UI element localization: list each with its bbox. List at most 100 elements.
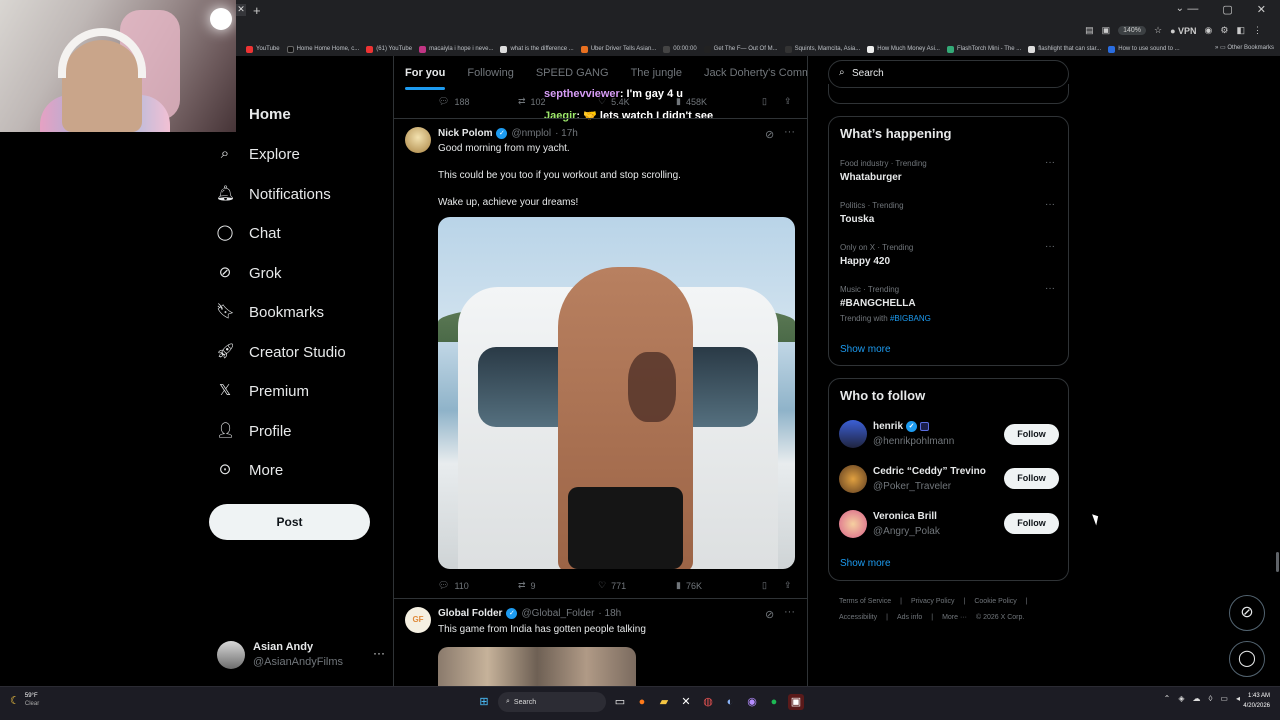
nav-more[interactable]: ⊙ More	[216, 461, 283, 479]
follow-suggestion-name[interactable]: henrik ✓	[873, 421, 930, 432]
footer-link[interactable]: Terms of Service	[839, 598, 891, 605]
tab-for-you[interactable]: For you	[394, 56, 456, 92]
follow-button[interactable]: Follow	[1004, 468, 1059, 489]
follow-suggestion-name[interactable]: Cedric “Ceddy” Trevino	[873, 466, 986, 477]
bookmark-item[interactable]: Uber Driver Tells Asian...	[580, 45, 656, 53]
nav-premium[interactable]: 𝕏 Premium	[216, 382, 309, 400]
bookmark-item[interactable]: what is the difference ...	[500, 45, 574, 53]
show-more-link[interactable]: Show more	[840, 558, 891, 569]
bookmark-item[interactable]: FlashTorch Mini - The ...	[946, 45, 1021, 53]
more-options-icon[interactable]: ···	[1045, 283, 1055, 294]
spotify-icon[interactable]: ●	[766, 694, 782, 710]
bookmark-item[interactable]: 00:00:00	[663, 45, 697, 53]
repost-button[interactable]: ⇄ 9	[518, 580, 536, 591]
bookmark-item[interactable]: How Much Money Asi...	[867, 45, 940, 53]
trend-item[interactable]: Touska	[840, 214, 874, 225]
other-bookmarks[interactable]: » ▭ Other Bookmarks	[1215, 44, 1274, 51]
author-handle[interactable]: @Global_Folder	[521, 608, 594, 619]
steam-icon[interactable]: ◐	[722, 694, 738, 710]
like-button[interactable]: ♡ 771	[598, 580, 626, 591]
more-options-icon[interactable]: ···	[1045, 241, 1055, 252]
author-handle[interactable]: @nmplol	[511, 128, 551, 139]
discord-icon[interactable]: ◉	[744, 694, 760, 710]
footer-link[interactable]: More ···	[942, 614, 967, 621]
onedrive-icon[interactable]: ☁	[1192, 694, 1200, 703]
new-tab-icon[interactable]: +	[253, 3, 261, 18]
reader-icon[interactable]: ▤	[1085, 25, 1094, 36]
tweet[interactable]: GF Global Folder ✓ @Global_Folder · 18h …	[394, 598, 807, 686]
nav-home[interactable]: Home	[249, 106, 291, 123]
repost-button[interactable]: ⇄ 102	[518, 96, 546, 107]
nav-notifications[interactable]: 🔔︎ Notifications	[216, 185, 331, 203]
tab-speed-gang[interactable]: SPEED GANG	[525, 56, 620, 92]
screenshot-icon[interactable]: ▣	[1102, 25, 1111, 36]
network-icon[interactable]: ◈	[1178, 694, 1184, 703]
avatar[interactable]	[405, 127, 431, 153]
bookmark-item[interactable]: Get The F— Out Of M...	[703, 45, 778, 53]
share-button[interactable]: ⇪	[784, 580, 792, 591]
avatar[interactable]	[839, 510, 867, 538]
chrome-icon[interactable]: ◍	[700, 694, 716, 710]
footer-link[interactable]: Ads info	[897, 614, 922, 621]
firefox-icon[interactable]: ●	[634, 694, 650, 710]
minimize-icon[interactable]: —	[1187, 3, 1198, 16]
account-switcher[interactable]: Asian Andy @AsianAndyFilms ···	[217, 640, 385, 670]
trend-item[interactable]: Whataburger	[840, 172, 902, 183]
footer-link[interactable]: Cookie Policy	[974, 598, 1016, 605]
zoom-indicator[interactable]: 140%	[1118, 26, 1147, 35]
obs-icon[interactable]: ▣	[788, 694, 804, 710]
tweet-photo[interactable]	[438, 647, 636, 686]
tab-following[interactable]: Following	[456, 56, 524, 92]
views-button[interactable]: ▮ 76K	[676, 580, 702, 591]
trend-item[interactable]: Happy 420	[840, 256, 890, 267]
tab-the-jungle[interactable]: The jungle	[620, 56, 693, 92]
x-app-icon[interactable]: ✕	[678, 694, 694, 710]
bookmark-item[interactable]: macaiyla i hope i neve...	[419, 45, 493, 53]
nav-explore[interactable]: ⌕ Explore	[216, 145, 300, 163]
share-button[interactable]: ⇪	[784, 96, 792, 107]
footer-link[interactable]: Accessibility	[839, 614, 877, 621]
chat-fab-icon[interactable]: ◯	[1229, 641, 1265, 677]
nav-grok[interactable]: ⊘ Grok	[216, 264, 282, 282]
vpn-button[interactable]: ● VPN	[1170, 26, 1196, 36]
avatar[interactable]: GF	[405, 607, 431, 633]
reply-button[interactable]: 💬︎ 188	[438, 96, 469, 107]
extensions-icon[interactable]: ◧	[1236, 25, 1245, 36]
bookmark-item[interactable]: Home Home Home, c...	[286, 45, 359, 53]
tab-jack-doherty[interactable]: Jack Doherty's Commur	[693, 56, 807, 92]
nav-bookmarks[interactable]: 🔖︎ Bookmarks	[216, 303, 324, 321]
weather-widget[interactable]: ☾ 59°F Clear	[10, 692, 39, 708]
bookmark-item[interactable]: flashlight that can star...	[1028, 45, 1101, 53]
more-options-icon[interactable]: ···	[784, 126, 795, 138]
follow-suggestion-name[interactable]: Veronica Brill	[873, 511, 937, 522]
nav-profile[interactable]: 👤︎ Profile	[216, 422, 292, 440]
menu-icon[interactable]: ⋮	[1253, 25, 1262, 36]
taskbar-search[interactable]: ⌕ Search	[498, 692, 606, 712]
bookmark-item[interactable]: How to use sound to ...	[1108, 45, 1180, 53]
author-name[interactable]: Global Folder	[438, 608, 502, 619]
profile-icon[interactable]: ◉	[1205, 25, 1213, 36]
avatar[interactable]	[839, 465, 867, 493]
tweet-time[interactable]: · 18h	[598, 608, 621, 619]
bookmark-item[interactable]: YouTube	[246, 45, 280, 53]
footer-link[interactable]: Privacy Policy	[911, 598, 955, 605]
tweet-time[interactable]: · 17h	[555, 128, 578, 139]
favorite-star-icon[interactable]: ☆	[1154, 25, 1162, 36]
file-explorer-icon[interactable]: ▰	[656, 694, 672, 710]
settings-icon[interactable]: ⚙	[1220, 25, 1228, 36]
more-options-icon[interactable]: ···	[1045, 199, 1055, 210]
follow-button[interactable]: Follow	[1004, 513, 1059, 534]
post-button[interactable]: Post	[209, 504, 370, 540]
trending-with-tag[interactable]: #BIGBANG	[890, 314, 931, 323]
task-view-icon[interactable]: ▭	[612, 694, 628, 710]
follow-button[interactable]: Follow	[1004, 424, 1059, 445]
search-input[interactable]: ⌕ Search	[828, 60, 1069, 88]
close-window-icon[interactable]: ✕	[1257, 3, 1266, 16]
grok-explain-icon[interactable]: ⊘	[765, 128, 774, 141]
maximize-icon[interactable]: ▢	[1222, 3, 1232, 16]
account-more-icon[interactable]: ···	[373, 646, 385, 660]
avatar[interactable]	[839, 420, 867, 448]
tweet[interactable]: Nick Polom ✓ @nmplol · 17h ⊘ ··· Good mo…	[394, 118, 807, 598]
tab-list-icon[interactable]: ⌄	[1176, 3, 1184, 14]
tab-close-icon[interactable]: ✕	[236, 4, 246, 16]
